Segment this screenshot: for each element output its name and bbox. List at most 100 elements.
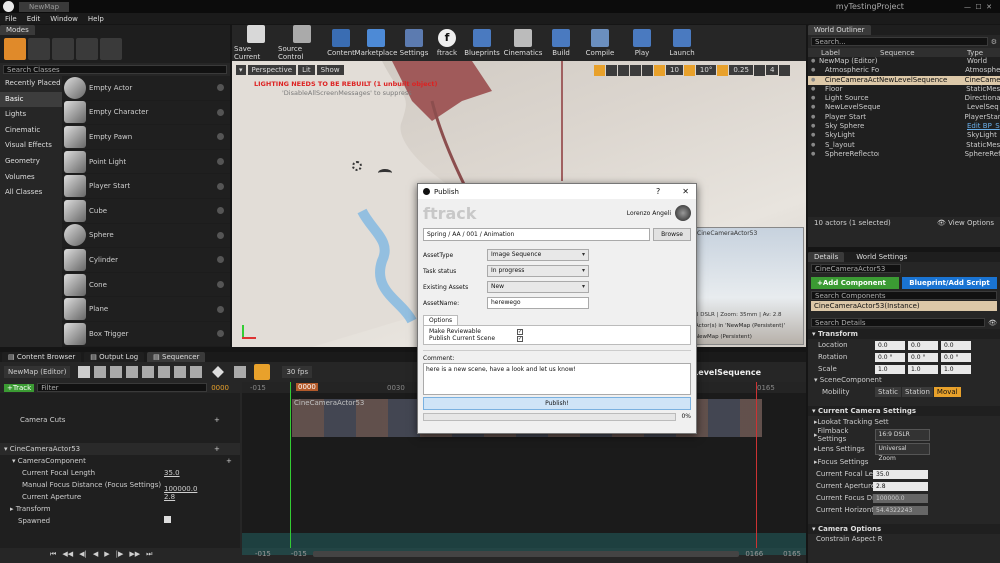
outliner-row[interactable]: ● SphereReflector SphereRef xyxy=(808,150,1000,159)
spawned-track[interactable]: Spawned xyxy=(0,515,240,527)
jump-start-icon[interactable]: ⏮ xyxy=(50,550,56,559)
list-item[interactable]: Cone xyxy=(62,273,230,298)
prev-key-icon[interactable]: ◀◀ xyxy=(62,550,73,558)
world-settings-tab[interactable]: World Settings xyxy=(850,252,914,262)
scale-snap-icon[interactable] xyxy=(717,64,729,76)
help-icon[interactable] xyxy=(217,305,224,313)
aperture-track[interactable]: Current Aperture 2.8 xyxy=(0,491,240,503)
step-back-icon[interactable]: ◀| xyxy=(79,550,87,558)
publish-scene-checkbox[interactable]: ✓ xyxy=(517,335,523,342)
mobility-stationary[interactable]: Station xyxy=(902,386,933,397)
help-icon[interactable] xyxy=(217,231,224,239)
category-visual-effects[interactable]: Visual Effects xyxy=(0,138,62,154)
help-button[interactable]: ? xyxy=(656,187,660,196)
help-icon[interactable] xyxy=(217,256,224,264)
search-details-input[interactable]: Search Details xyxy=(811,318,986,327)
save-icon[interactable] xyxy=(78,366,91,378)
translate-icon[interactable] xyxy=(594,64,605,76)
rotation-snap-size[interactable]: 10° xyxy=(695,65,717,75)
transform-section[interactable]: ▾ Transform xyxy=(808,329,1000,339)
scale-z[interactable]: 1.0 xyxy=(941,364,971,374)
key-icon[interactable] xyxy=(212,366,225,378)
mobility-static[interactable]: Static xyxy=(875,386,902,397)
lens-select[interactable]: Universal Zoom xyxy=(874,443,930,462)
focus-distance-track[interactable]: Manual Focus Distance (Focus Settings) 10… xyxy=(0,479,240,493)
location-x[interactable]: 0.0 xyxy=(875,340,905,350)
comment-textarea[interactable]: here is a new scene, have a look and let… xyxy=(423,363,691,395)
paint-mode-icon[interactable] xyxy=(28,38,50,60)
camera-icon[interactable] xyxy=(142,366,155,378)
play-icon[interactable]: ▶ xyxy=(104,550,109,558)
eye-icon[interactable]: 👁 xyxy=(988,319,997,327)
help-icon[interactable] xyxy=(217,158,224,166)
scale-icon[interactable] xyxy=(618,64,629,76)
scale-y[interactable]: 1.0 xyxy=(908,364,938,374)
blueprints-button[interactable]: Blueprints xyxy=(462,29,502,57)
landscape-mode-icon[interactable] xyxy=(52,38,74,60)
grid-snap-icon[interactable] xyxy=(654,64,665,76)
visibility-icon[interactable]: ● xyxy=(811,113,819,122)
list-item[interactable]: Cylinder xyxy=(62,248,230,273)
visibility-icon[interactable]: ● xyxy=(811,141,819,150)
map-selector[interactable]: NewMap (Editor) xyxy=(4,366,71,378)
list-item[interactable]: Empty Actor xyxy=(62,76,230,101)
search-icon[interactable] xyxy=(110,366,123,378)
snap-icon[interactable] xyxy=(254,364,271,380)
camera-speed[interactable]: 4 xyxy=(765,65,779,75)
list-item[interactable]: Box Trigger xyxy=(62,322,230,347)
menu-window[interactable]: Window xyxy=(50,15,78,23)
place-mode-icon[interactable] xyxy=(4,38,26,60)
range-start[interactable]: -015 xyxy=(255,550,271,558)
jump-end-icon[interactable]: ⏭ xyxy=(146,550,152,559)
outliner-search-input[interactable]: Search... xyxy=(811,37,988,46)
sequencer-tab[interactable]: ▤ Sequencer xyxy=(147,352,206,362)
view-end[interactable]: 0166 xyxy=(745,550,763,558)
outliner-row[interactable]: ● Light Source Directiona xyxy=(808,94,1000,103)
visibility-icon[interactable]: ● xyxy=(811,66,819,75)
col-type[interactable]: Type xyxy=(967,49,983,57)
scene-component-section[interactable]: ▾ SceneComponent xyxy=(808,375,1000,385)
details-tab[interactable]: Details xyxy=(808,252,845,262)
add-component-button[interactable]: +Add Component xyxy=(811,277,899,289)
aperture-field[interactable]: 2.8 xyxy=(873,481,928,491)
camera-cuts-track[interactable]: Camera Cuts + xyxy=(0,413,240,427)
playback-icon[interactable] xyxy=(190,366,203,378)
publish-button[interactable]: Publish! xyxy=(423,397,691,410)
location-y[interactable]: 0.0 xyxy=(908,340,938,350)
visibility-icon[interactable]: ● xyxy=(811,150,819,159)
options-tab[interactable]: Options xyxy=(423,315,459,325)
rotate-icon[interactable] xyxy=(606,64,617,76)
help-icon[interactable] xyxy=(217,281,224,289)
help-icon[interactable] xyxy=(217,330,224,338)
visibility-icon[interactable]: ● xyxy=(811,94,819,103)
geometry-mode-icon[interactable] xyxy=(100,38,122,60)
outliner-row[interactable]: ● CineCameraActor53NewLevelSequence CineCa… xyxy=(808,75,1000,85)
show-button[interactable]: Show xyxy=(316,65,344,75)
maximize-icon[interactable] xyxy=(779,64,791,76)
world-outliner-tab[interactable]: World Outliner xyxy=(808,25,871,35)
list-item[interactable]: Point Light xyxy=(62,150,230,175)
content-button[interactable]: Content xyxy=(326,29,356,57)
location-z[interactable]: 0.0 xyxy=(941,340,971,350)
save-current-button[interactable]: Save Current xyxy=(234,25,278,61)
menu-edit[interactable]: Edit xyxy=(27,15,41,23)
menu-file[interactable]: File xyxy=(5,15,17,23)
list-item[interactable]: Empty Character xyxy=(62,101,230,126)
range-end[interactable]: 0165 xyxy=(783,550,801,558)
col-label[interactable]: Label xyxy=(821,49,880,57)
make-reviewable-checkbox[interactable]: ✓ xyxy=(517,328,523,335)
find-icon[interactable] xyxy=(94,366,107,378)
browse-button[interactable]: Browse xyxy=(653,228,691,241)
fps-selector[interactable]: 30 fps xyxy=(282,366,313,378)
source-control-button[interactable]: Source Control xyxy=(278,25,326,61)
outliner-row[interactable]: ● Sky Sphere Edit BP_S xyxy=(808,122,1000,131)
category-basic[interactable]: Basic xyxy=(0,91,62,108)
list-item[interactable]: Cube xyxy=(62,199,230,224)
filmback-select[interactable]: 16:9 DSLR xyxy=(874,429,930,441)
view-start[interactable]: -015 xyxy=(291,550,307,558)
launch-button[interactable]: Launch xyxy=(662,29,702,57)
blueprint-add-script-button[interactable]: Blueprint/Add Script xyxy=(902,277,997,289)
help-icon[interactable] xyxy=(217,133,224,141)
task-status-select[interactable]: In progress xyxy=(487,265,589,277)
settings-icon[interactable] xyxy=(174,366,187,378)
